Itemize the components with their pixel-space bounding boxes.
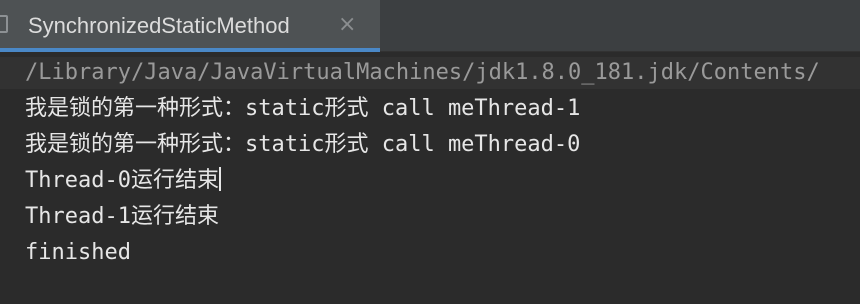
output-line: 我是锁的第一种形式：static形式 call meThread-0 (25, 132, 581, 157)
command-line: /Library/Java/JavaVirtualMachines/jdk1.8… (25, 60, 820, 85)
close-icon[interactable]: × (338, 11, 356, 39)
output-line: Thread-1运行结束 (25, 204, 219, 229)
tab-bar: SynchronizedStaticMethod × (0, 0, 860, 52)
tab-title: SynchronizedStaticMethod (28, 13, 290, 38)
output-line: 我是锁的第一种形式：static形式 call meThread-1 (25, 96, 581, 121)
console-output[interactable]: /Library/Java/JavaVirtualMachines/jdk1.8… (0, 52, 860, 304)
text-caret (218, 167, 221, 191)
tab-synchronized-static-method[interactable]: SynchronizedStaticMethod × (0, 0, 380, 52)
ide-run-window: SynchronizedStaticMethod × /Library/Java… (0, 0, 860, 304)
output-line: Thread-0运行结束 (25, 166, 221, 196)
file-icon (0, 15, 8, 33)
output-line-text: Thread-0运行结束 (25, 168, 219, 193)
output-line: finished (25, 240, 131, 265)
